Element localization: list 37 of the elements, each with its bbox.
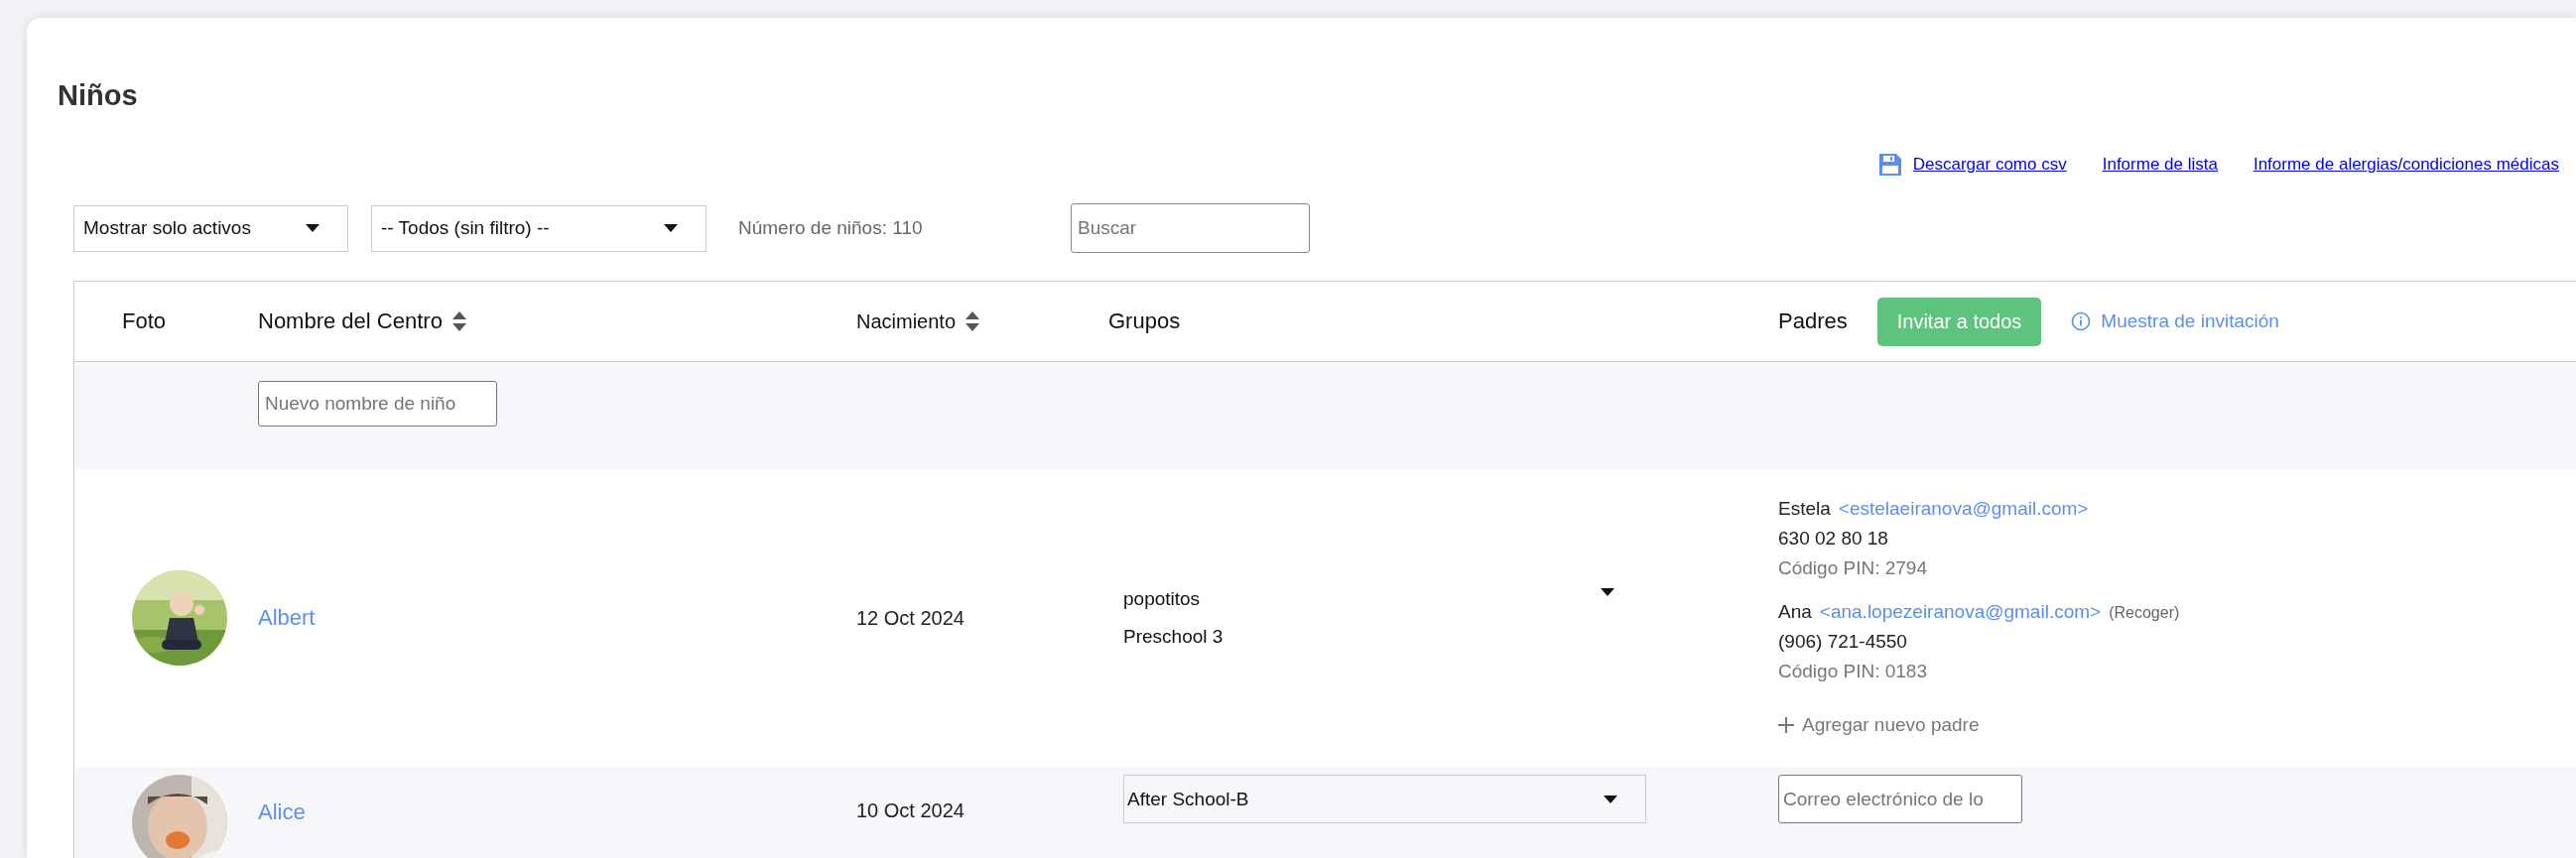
- sort-icon[interactable]: [966, 311, 980, 331]
- parent-phone: (906) 721-4550: [1778, 631, 1908, 653]
- save-icon: [1878, 154, 1901, 176]
- search-field[interactable]: Buscar: [1071, 203, 1310, 253]
- parent-phone: 630 02 80 18: [1778, 528, 1889, 550]
- status-select[interactable]: Mostrar solo activos: [73, 204, 348, 252]
- pickup-tag: (Recoger): [2109, 604, 2180, 622]
- children-count: Número de niños: 110: [738, 217, 924, 239]
- column-header[interactable]: Nacimiento: [856, 309, 980, 333]
- pin-code: Código PIN: 0183: [1778, 661, 1928, 682]
- column-header: Grupos: [1108, 308, 1181, 334]
- caret-icon: [306, 224, 320, 232]
- column-header: Padres: [1778, 308, 1848, 334]
- pin-code: Código PIN: 2794: [1778, 557, 1928, 579]
- caret-icon: [1601, 588, 1614, 596]
- column-header[interactable]: Nombre del Centro: [258, 308, 466, 334]
- caret-icon: [1604, 795, 1617, 803]
- caret-icon: [664, 224, 678, 232]
- page-title: Niños: [58, 78, 139, 112]
- column-header: Foto: [122, 308, 167, 334]
- plus-icon: [1778, 717, 1794, 733]
- report-link[interactable]: Descargar como csv: [1878, 154, 2067, 176]
- parent-email-field[interactable]: Correo electrónico de lo: [1778, 775, 2022, 823]
- group-name: popotitos: [1123, 588, 1202, 610]
- report-link[interactable]: Informe de alergias/condiciones médicas: [2253, 155, 2559, 175]
- group-select[interactable]: After School-B: [1123, 775, 1646, 823]
- info-icon: [2071, 311, 2092, 331]
- parent-name: Estela: [1778, 498, 1831, 520]
- group-filter-select[interactable]: -- Todos (sin filtro) --: [371, 204, 707, 252]
- parent-name: Ana: [1778, 601, 1812, 623]
- group-name: Preschool 3: [1123, 626, 1224, 648]
- sort-icon[interactable]: [451, 311, 466, 331]
- birth-date: 10 Oct 2024: [856, 799, 965, 821]
- add-parent-link[interactable]: Agregar nuevo padre: [1778, 714, 1980, 736]
- birth-date: 12 Oct 2024: [856, 606, 965, 629]
- report-link[interactable]: Informe de lista: [2102, 155, 2218, 175]
- new-child-field[interactable]: Nuevo nombre de niño: [258, 381, 497, 427]
